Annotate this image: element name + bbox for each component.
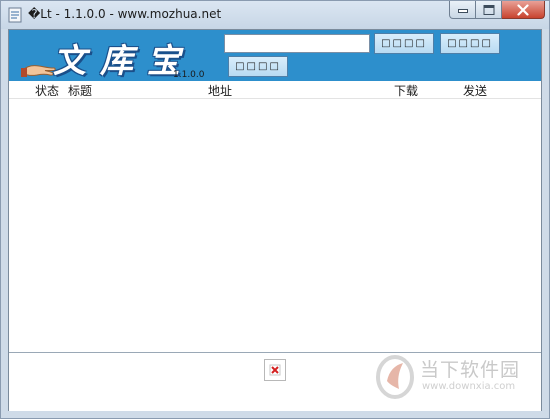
column-header-status[interactable]: 状态 — [35, 82, 59, 99]
title-bar[interactable]: �Lt - 1.1.0.0 - www.mozhua.net — [1, 1, 549, 29]
list-header: 状态 标题 地址 下载 发送 — [9, 81, 541, 99]
close-button[interactable] — [502, 1, 545, 19]
action-button-2[interactable]: □□□□ — [440, 33, 500, 54]
hand-icon — [21, 65, 56, 77]
download-list[interactable] — [9, 99, 541, 352]
toolbar-banner: 文 库 宝 1.1.0.0 □□□□ □□□□ □□□□ — [9, 30, 541, 81]
maximize-icon — [483, 4, 494, 15]
action-button-1[interactable]: □□□□ — [374, 33, 434, 54]
logo-char: 库 — [100, 41, 133, 80]
watermark-title: 当下软件园 — [420, 359, 521, 381]
window-title: �Lt - 1.1.0.0 - www.mozhua.net — [28, 7, 222, 21]
column-header-title[interactable]: 标题 — [68, 82, 92, 99]
maximize-button[interactable] — [476, 1, 502, 19]
column-header-address[interactable]: 地址 — [208, 82, 232, 99]
broken-image-icon — [264, 359, 286, 381]
watermark-logo-icon — [376, 355, 414, 399]
app-window: �Lt - 1.1.0.0 - www.mozhua.net 文 库 宝 1.1… — [0, 0, 550, 419]
app-icon[interactable] — [8, 7, 22, 23]
watermark: 当下软件园 www.downxia.com — [373, 353, 543, 403]
minimize-icon — [457, 8, 468, 13]
column-header-download[interactable]: 下载 — [394, 82, 418, 99]
app-logo: 文 库 宝 1.1.0.0 — [21, 32, 205, 82]
logo-char: 文 — [53, 41, 86, 80]
search-input[interactable] — [224, 34, 370, 53]
minimize-button[interactable] — [449, 1, 476, 19]
action-button-3[interactable]: □□□□ — [228, 56, 288, 77]
logo-title: 文 库 宝 — [53, 34, 180, 82]
window-controls — [449, 1, 545, 21]
version-label: 1.1.0.0 — [173, 70, 205, 80]
column-header-send[interactable]: 发送 — [463, 82, 487, 99]
watermark-url: www.downxia.com — [422, 381, 516, 392]
close-icon — [517, 4, 529, 15]
